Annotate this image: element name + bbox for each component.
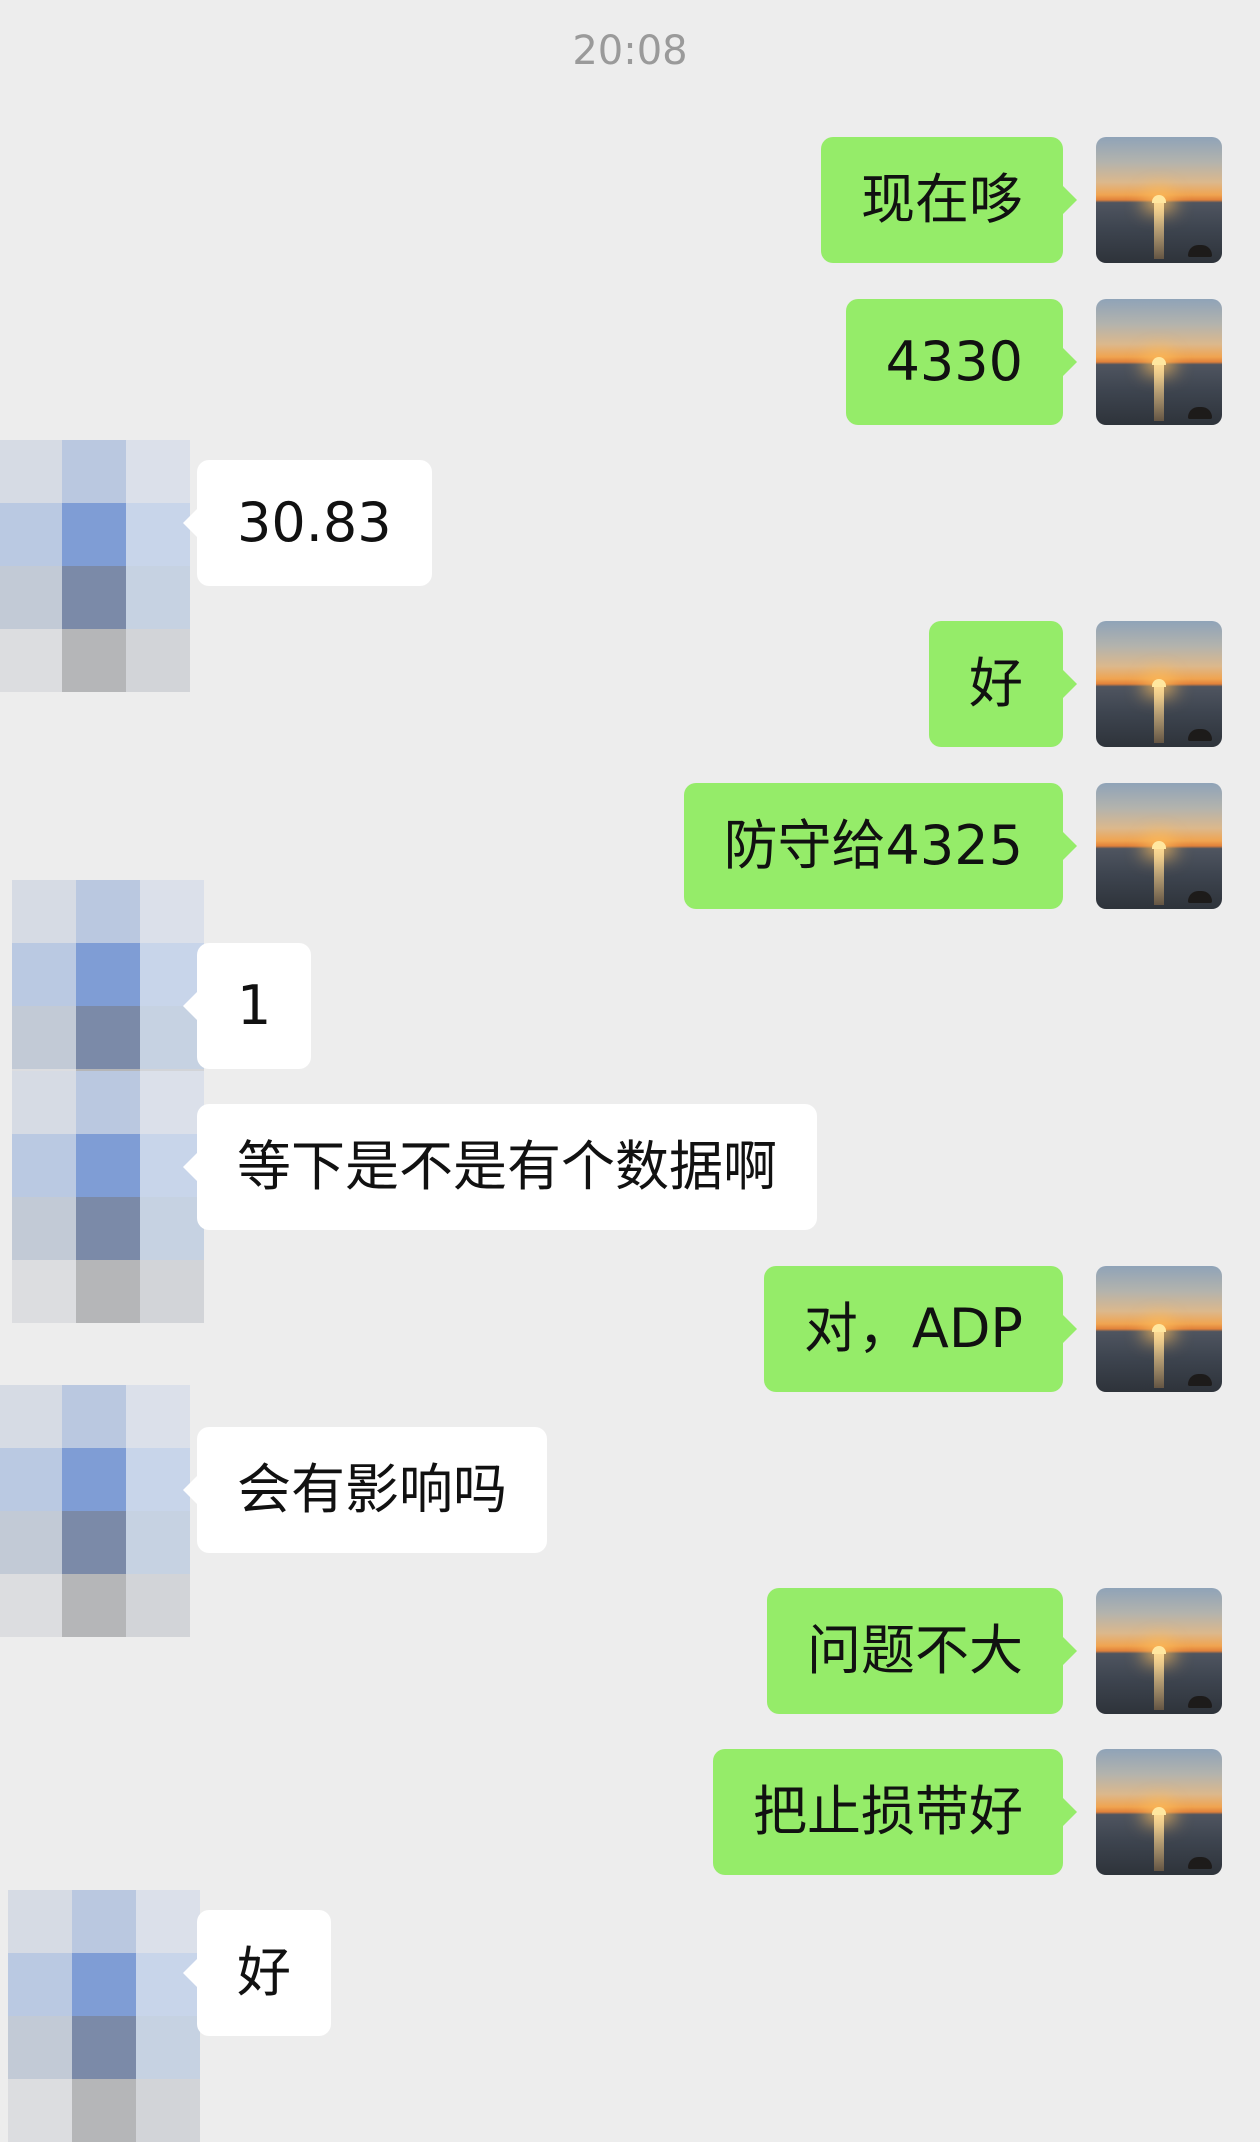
message-bubble[interactable]: 防守给4325 xyxy=(683,783,1078,909)
avatar-pixel xyxy=(0,566,62,629)
rock-icon xyxy=(1188,729,1212,741)
avatar-pixel xyxy=(126,1448,190,1511)
avatar-pixel xyxy=(62,629,126,692)
chat-timestamp: 20:08 xyxy=(572,28,688,74)
avatar-pixel xyxy=(12,880,76,943)
contact-avatar[interactable] xyxy=(12,1071,204,1323)
avatar-pixel xyxy=(72,1953,136,2016)
sun-icon xyxy=(1152,1807,1166,1815)
sun-icon xyxy=(1152,195,1166,203)
avatar-pixel xyxy=(72,2016,136,2079)
avatar-pixel xyxy=(12,1134,76,1197)
sun-reflection xyxy=(1154,365,1164,421)
avatar-pixel xyxy=(76,1197,140,1260)
contact-avatar[interactable] xyxy=(0,1385,190,1637)
sun-icon xyxy=(1152,1324,1166,1332)
avatar-pixel xyxy=(12,1197,76,1260)
self-avatar[interactable] xyxy=(1096,1749,1222,1875)
avatar-pixel xyxy=(72,1890,136,1953)
avatar-pixel xyxy=(140,880,204,943)
avatar-pixel xyxy=(8,1890,72,1953)
avatar-pixel xyxy=(0,1511,62,1574)
message-bubble[interactable]: 等下是不是有个数据啊 xyxy=(183,1104,817,1230)
sun-reflection xyxy=(1154,1332,1164,1388)
contact-avatar[interactable] xyxy=(8,1890,200,2142)
avatar-pixel xyxy=(62,503,126,566)
avatar-pixel xyxy=(136,1890,200,1953)
avatar-pixel xyxy=(126,629,190,692)
rock-icon xyxy=(1188,407,1212,419)
sun-icon xyxy=(1152,357,1166,365)
self-avatar[interactable] xyxy=(1096,783,1222,909)
message-bubble[interactable]: 对，ADP xyxy=(763,1266,1078,1392)
contact-avatar[interactable] xyxy=(0,440,190,692)
avatar-pixel xyxy=(0,503,62,566)
self-avatar[interactable] xyxy=(1096,299,1222,425)
avatar-pixel xyxy=(62,440,126,503)
self-avatar[interactable] xyxy=(1096,1266,1222,1392)
avatar-pixel xyxy=(76,1006,140,1069)
avatar-pixel xyxy=(126,1385,190,1448)
message-bubble[interactable]: 把止损带好 xyxy=(713,1749,1077,1875)
avatar-pixel xyxy=(126,440,190,503)
avatar-pixel xyxy=(12,943,76,1006)
avatar-pixel xyxy=(8,2079,72,2142)
avatar-pixel xyxy=(12,1006,76,1069)
rock-icon xyxy=(1188,1857,1212,1869)
avatar-pixel xyxy=(12,1260,76,1323)
sun-reflection xyxy=(1154,1815,1164,1871)
self-avatar[interactable] xyxy=(1096,137,1222,263)
rock-icon xyxy=(1188,245,1212,257)
message-bubble[interactable]: 4330 xyxy=(845,299,1078,425)
avatar-pixel xyxy=(140,1260,204,1323)
avatar-pixel xyxy=(136,2016,200,2079)
message-bubble[interactable]: 好 xyxy=(929,621,1077,747)
sun-reflection xyxy=(1154,849,1164,905)
avatar-pixel xyxy=(76,880,140,943)
avatar-pixel xyxy=(62,1511,126,1574)
avatar-pixel xyxy=(0,440,62,503)
message-bubble[interactable]: 30.83 xyxy=(183,460,432,586)
message-bubble[interactable]: 会有影响吗 xyxy=(183,1427,547,1553)
message-bubble[interactable]: 现在哆 xyxy=(821,137,1077,263)
avatar-pixel xyxy=(76,1071,140,1134)
self-avatar[interactable] xyxy=(1096,621,1222,747)
message-bubble[interactable]: 问题不大 xyxy=(767,1588,1077,1714)
avatar-pixel xyxy=(62,1448,126,1511)
self-avatar[interactable] xyxy=(1096,1588,1222,1714)
avatar-pixel xyxy=(140,1071,204,1134)
rock-icon xyxy=(1188,1696,1212,1708)
avatar-pixel xyxy=(62,1385,126,1448)
avatar-pixel xyxy=(0,629,62,692)
avatar-pixel xyxy=(76,1134,140,1197)
avatar-pixel xyxy=(140,1197,204,1260)
avatar-pixel xyxy=(62,566,126,629)
avatar-pixel xyxy=(62,1574,126,1637)
avatar-pixel xyxy=(126,566,190,629)
rock-icon xyxy=(1188,891,1212,903)
avatar-pixel xyxy=(0,1385,62,1448)
avatar-pixel xyxy=(126,1511,190,1574)
avatar-pixel xyxy=(0,1448,62,1511)
avatar-pixel xyxy=(8,2016,72,2079)
avatar-pixel xyxy=(0,1574,62,1637)
avatar-pixel xyxy=(12,1071,76,1134)
sun-icon xyxy=(1152,679,1166,687)
avatar-pixel xyxy=(8,1953,72,2016)
sun-icon xyxy=(1152,1646,1166,1654)
avatar-pixel xyxy=(136,2079,200,2142)
avatar-pixel xyxy=(126,1574,190,1637)
sun-reflection xyxy=(1154,687,1164,743)
rock-icon xyxy=(1188,1374,1212,1386)
avatar-pixel xyxy=(72,2079,136,2142)
avatar-pixel xyxy=(76,1260,140,1323)
message-bubble[interactable]: 好 xyxy=(183,1910,331,2036)
avatar-pixel xyxy=(126,503,190,566)
sun-icon xyxy=(1152,841,1166,849)
avatar-pixel xyxy=(76,943,140,1006)
sun-reflection xyxy=(1154,203,1164,259)
message-bubble[interactable]: 1 xyxy=(182,943,312,1069)
sun-reflection xyxy=(1154,1654,1164,1710)
